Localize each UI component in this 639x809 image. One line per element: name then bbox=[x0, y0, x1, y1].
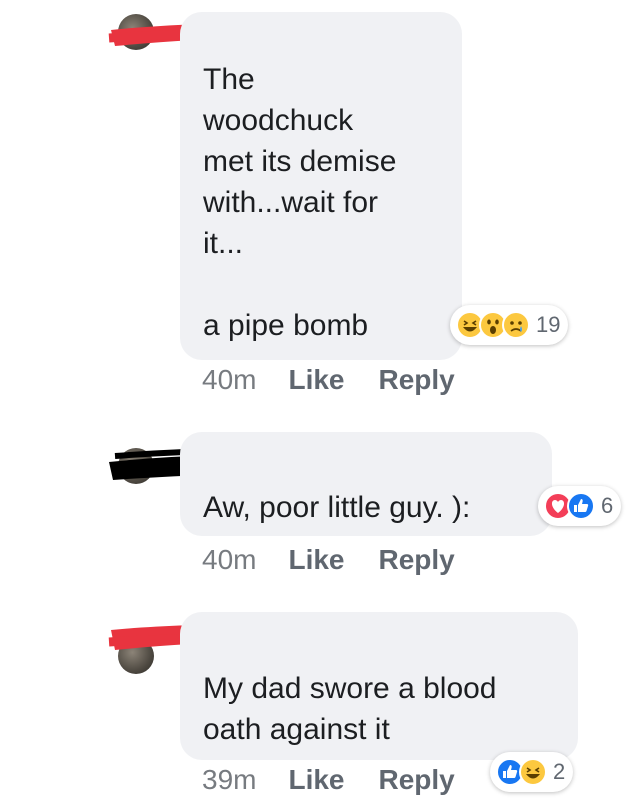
comment-bubble: My dad swore a blood oath against it bbox=[180, 612, 578, 760]
like-button[interactable]: Like bbox=[288, 544, 344, 576]
like-icon bbox=[567, 492, 595, 520]
reaction-count: 6 bbox=[601, 493, 614, 518]
reaction-count: 19 bbox=[536, 312, 561, 337]
reaction-summary[interactable]: 19 bbox=[450, 305, 569, 345]
timestamp: 39m bbox=[202, 764, 257, 795]
reply-button[interactable]: Reply bbox=[379, 764, 455, 796]
haha-icon bbox=[519, 758, 547, 786]
timestamp: 40m bbox=[202, 544, 257, 575]
comment-bubble: Aw, poor little guy. ): bbox=[180, 432, 552, 536]
comment-actions: 40m Like Reply bbox=[202, 544, 489, 576]
sad-icon bbox=[502, 311, 530, 339]
reaction-count: 2 bbox=[553, 759, 566, 784]
reaction-summary[interactable]: 2 bbox=[490, 752, 574, 792]
comment-text: My dad swore a blood oath against it bbox=[203, 672, 497, 746]
comment-actions: 40m Like Reply bbox=[202, 364, 489, 396]
comment-text: The woodchuck met its demise with...wait… bbox=[203, 63, 397, 342]
timestamp: 40m bbox=[202, 364, 257, 395]
comment-actions: 39m Like Reply bbox=[202, 764, 489, 796]
comment-text: Aw, poor little guy. ): bbox=[203, 491, 471, 524]
reply-button[interactable]: Reply bbox=[379, 364, 455, 396]
comment-bubble: The woodchuck met its demise with...wait… bbox=[180, 12, 462, 360]
reaction-summary[interactable]: 6 bbox=[538, 486, 622, 526]
reply-button[interactable]: Reply bbox=[379, 544, 455, 576]
like-button[interactable]: Like bbox=[288, 764, 344, 796]
like-button[interactable]: Like bbox=[288, 364, 344, 396]
